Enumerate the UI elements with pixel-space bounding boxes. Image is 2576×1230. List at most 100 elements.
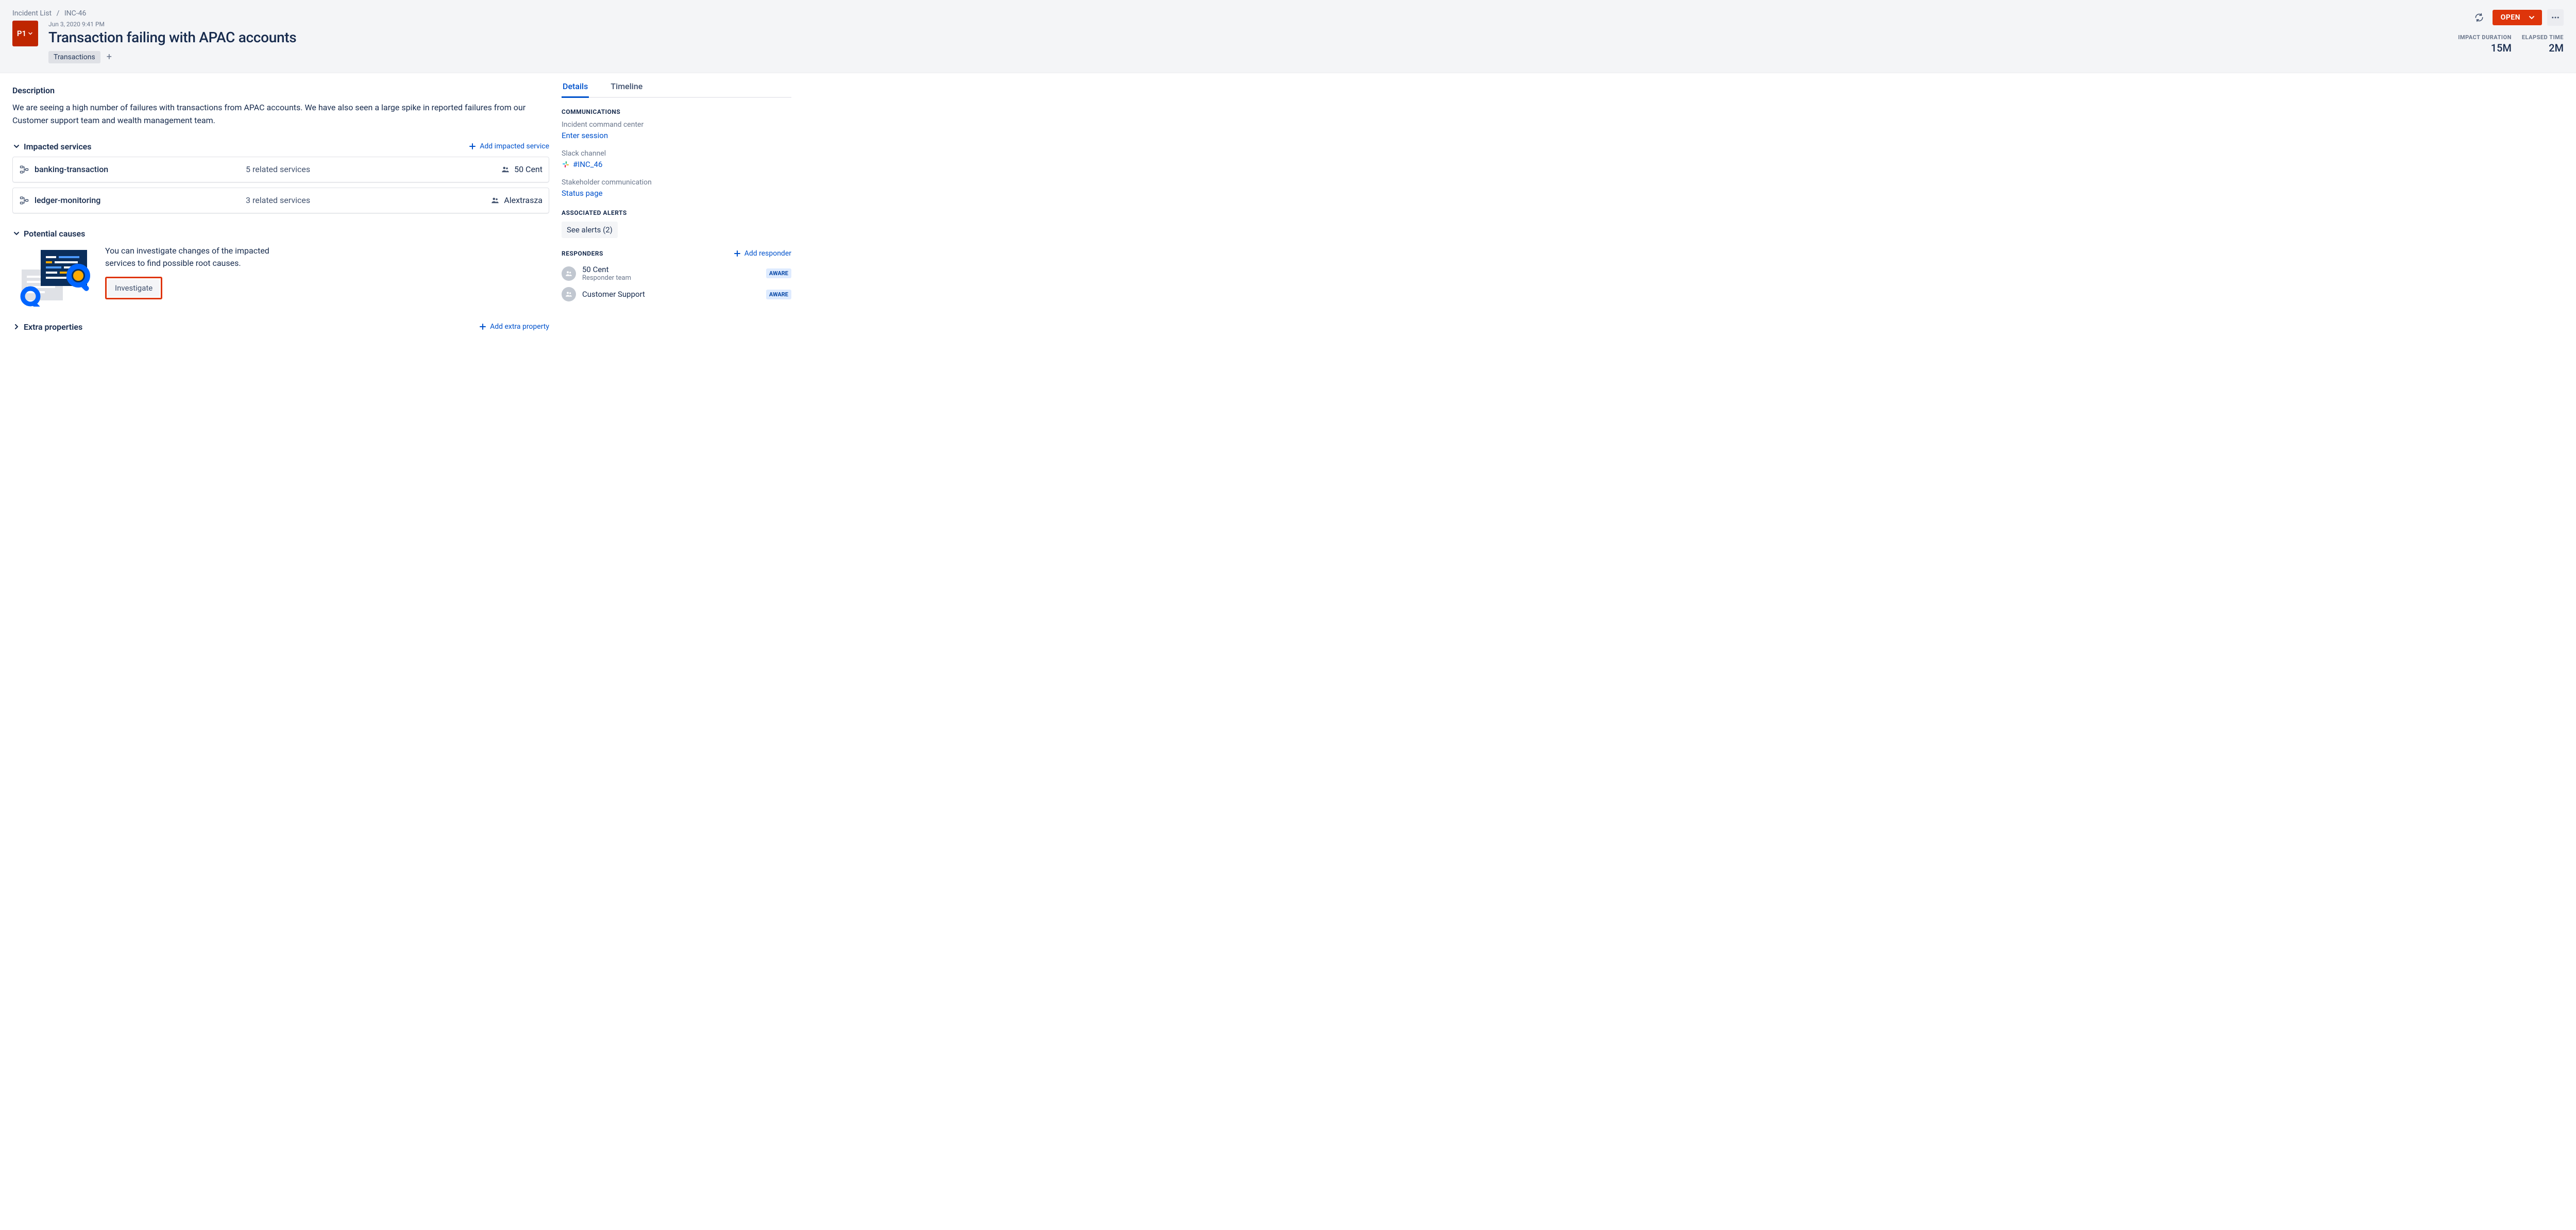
body: Description We are seeing a high number … (0, 73, 2576, 349)
impact-duration-value: 15M (2458, 42, 2512, 54)
more-actions-button[interactable] (2547, 9, 2564, 26)
team-icon (501, 165, 510, 174)
service-owner-text: Alextrasza (504, 195, 543, 205)
service-name: ledger-monitoring (19, 195, 246, 206)
responders-header: RESPONDERS Add responder (562, 249, 791, 258)
description-body: We are seeing a high number of failures … (12, 102, 549, 127)
communications-heading: COMMUNICATIONS (562, 108, 791, 115)
see-alerts-chip[interactable]: See alerts (2) (562, 222, 618, 238)
impact-duration-stat: IMPACT DURATION 15M (2458, 34, 2512, 54)
service-owner-text: 50 Cent (514, 164, 543, 174)
extra-properties-toggle[interactable]: Extra properties (12, 322, 82, 332)
responder-row[interactable]: 50 Cent Responder team AWARE (562, 265, 791, 282)
service-owner: Alextrasza (490, 195, 543, 205)
potential-causes-toggle[interactable]: Potential causes (12, 229, 549, 239)
service-card[interactable]: banking-transaction 5 related services 5… (12, 157, 549, 182)
status-label: OPEN (2501, 13, 2520, 22)
priority-badge[interactable]: P1 (12, 21, 38, 46)
service-owner: 50 Cent (501, 164, 543, 174)
slack-link[interactable]: #INC_46 (562, 160, 791, 169)
team-icon (565, 290, 573, 298)
team-icon (490, 196, 500, 205)
add-impacted-label: Add impacted service (480, 142, 549, 150)
description-heading: Description (12, 86, 549, 95)
alerts-heading: ASSOCIATED ALERTS (562, 209, 791, 216)
potential-causes-row: You can investigate changes of the impac… (12, 245, 549, 307)
main-column: Description We are seeing a high number … (0, 73, 562, 349)
service-related: 3 related services (246, 195, 490, 205)
elapsed-time-value: 2M (2522, 42, 2564, 54)
add-responder-label: Add responder (744, 249, 791, 258)
impacted-toggle[interactable]: Impacted services (12, 142, 92, 151)
elapsed-time-label: ELAPSED TIME (2522, 34, 2564, 41)
responder-row[interactable]: Customer Support AWARE (562, 287, 791, 301)
chevron-right-icon (12, 323, 21, 331)
plus-icon (733, 249, 741, 258)
slack-icon (562, 160, 570, 169)
add-impacted-service-link[interactable]: Add impacted service (468, 142, 549, 150)
add-responder-link[interactable]: Add responder (733, 249, 791, 258)
tab-timeline[interactable]: Timeline (609, 81, 643, 98)
slack-link-text: #INC_46 (573, 160, 602, 169)
status-button[interactable]: OPEN (2493, 10, 2542, 25)
chevron-down-icon (27, 30, 33, 37)
investigate-button[interactable]: Investigate (108, 279, 160, 297)
header-left: Incident List / INC-46 P1 Jun 3, 2020 9:… (12, 9, 2458, 63)
responder-info: 50 Cent Responder team (582, 265, 631, 282)
avatar (562, 266, 576, 281)
investigate-illustration (12, 245, 95, 307)
service-card[interactable]: ledger-monitoring 3 related services Ale… (12, 188, 549, 213)
service-related: 5 related services (246, 164, 501, 174)
sidebar: Details Timeline COMMUNICATIONS Incident… (562, 73, 804, 349)
investigate-highlight: Investigate (105, 277, 162, 299)
avatar (562, 287, 576, 301)
chevron-down-icon (12, 142, 21, 150)
service-icon (19, 195, 29, 206)
service-name-text: ledger-monitoring (35, 195, 100, 205)
team-icon (565, 269, 573, 278)
tab-details[interactable]: Details (562, 81, 589, 98)
refresh-icon (2474, 12, 2484, 23)
dots-icon (2551, 13, 2560, 22)
impact-duration-label: IMPACT DURATION (2458, 34, 2512, 41)
potential-causes-content: You can investigate changes of the impac… (105, 245, 301, 299)
responder-subtitle: Responder team (582, 274, 631, 282)
add-extra-property-link[interactable]: Add extra property (479, 323, 549, 331)
tag-row: Transactions + (48, 51, 296, 63)
service-name-text: banking-transaction (35, 164, 108, 174)
extra-properties-row: Extra properties Add extra property (12, 322, 549, 332)
potential-causes-text: You can investigate changes of the impac… (105, 245, 301, 269)
responders-heading: RESPONDERS (562, 250, 603, 257)
breadcrumb-current[interactable]: INC-46 (64, 9, 87, 18)
aware-badge: AWARE (766, 268, 791, 278)
responders-section: RESPONDERS Add responder 50 Cent Respond… (562, 249, 791, 301)
plus-icon (479, 323, 487, 331)
priority-text: P1 (17, 29, 26, 38)
potential-causes-heading: Potential causes (24, 229, 85, 239)
impacted-heading: Impacted services (24, 142, 92, 151)
alerts-section: ASSOCIATED ALERTS See alerts (2) (562, 209, 791, 238)
impacted-header-row: Impacted services Add impacted service (12, 142, 549, 151)
elapsed-time-stat: ELAPSED TIME 2M (2522, 34, 2564, 54)
timestamp: Jun 3, 2020 9:41 PM (48, 21, 296, 28)
tag[interactable]: Transactions (48, 51, 100, 63)
slack-label: Slack channel (562, 149, 791, 158)
icc-label: Incident command center (562, 121, 791, 129)
chevron-down-icon (12, 229, 21, 238)
breadcrumb-root[interactable]: Incident List (12, 9, 52, 18)
responder-info: Customer Support (582, 290, 645, 299)
stakeholder-label: Stakeholder communication (562, 178, 791, 187)
header-actions: OPEN (2471, 9, 2564, 26)
add-tag-button[interactable]: + (105, 53, 114, 62)
sidebar-tabs: Details Timeline (562, 81, 791, 98)
stakeholder-link[interactable]: Status page (562, 189, 791, 198)
extra-properties-heading: Extra properties (24, 322, 82, 332)
plus-icon (468, 142, 477, 150)
icc-link[interactable]: Enter session (562, 131, 791, 140)
chevron-down-icon (2528, 13, 2536, 22)
communications-section: COMMUNICATIONS Incident command center E… (562, 108, 791, 198)
refresh-button[interactable] (2471, 9, 2487, 26)
incident-title: Transaction failing with APAC accounts (48, 29, 296, 46)
page-header: Incident List / INC-46 P1 Jun 3, 2020 9:… (0, 0, 2576, 73)
title-row: P1 Jun 3, 2020 9:41 PM Transaction faili… (12, 21, 2458, 63)
